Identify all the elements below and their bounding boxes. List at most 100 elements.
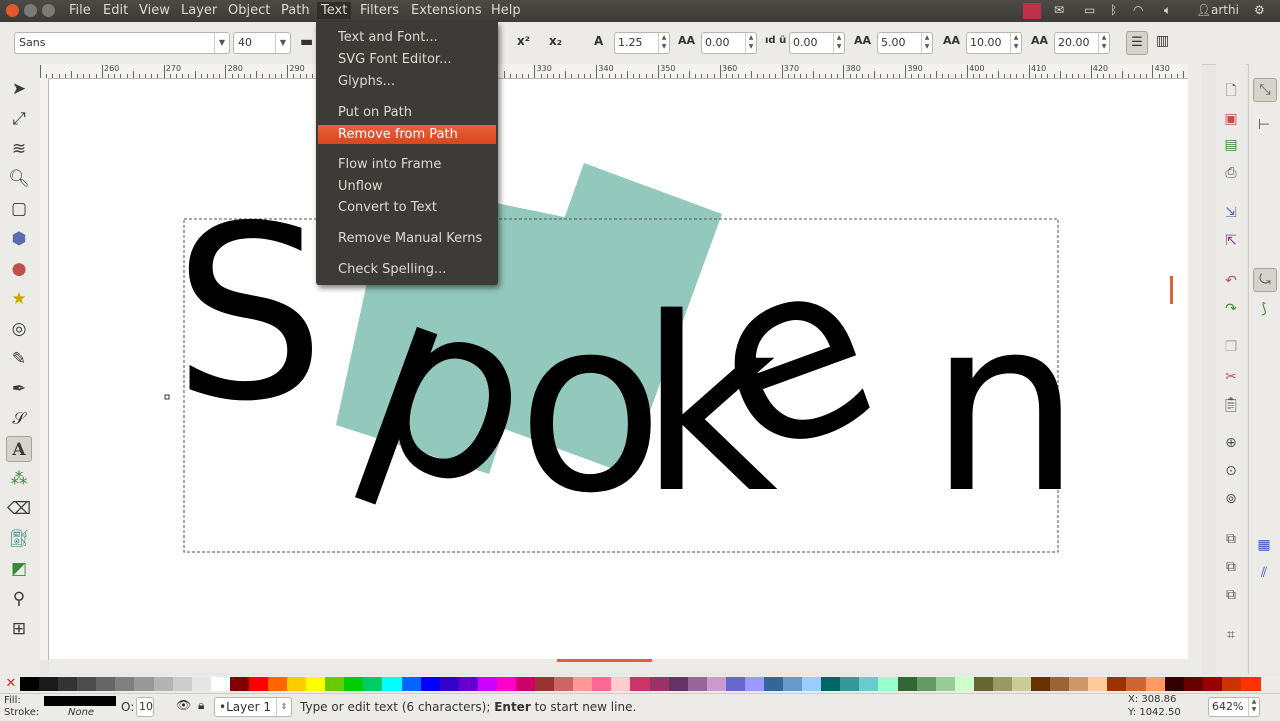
stroke-value[interactable]: None xyxy=(68,707,94,718)
color-swatch[interactable] xyxy=(153,677,174,691)
clone-icon[interactable]: ⧉ xyxy=(1220,556,1242,578)
menu-item-remove-from-path[interactable]: Remove from Path xyxy=(318,125,496,144)
color-swatch[interactable] xyxy=(20,677,40,691)
eye-icon[interactable]: 👁︎ xyxy=(176,698,191,712)
color-swatch[interactable] xyxy=(115,677,136,691)
volume-icon[interactable]: 🔈︎ xyxy=(1164,3,1171,18)
calligraphy-tool-icon[interactable]: 𝒮 xyxy=(6,406,32,432)
color-swatch[interactable] xyxy=(287,677,308,691)
color-swatch[interactable] xyxy=(668,677,689,691)
spin-arrows-icon[interactable]: ▲ ▼ xyxy=(1098,33,1109,53)
color-swatch[interactable] xyxy=(935,677,956,691)
color-swatch[interactable] xyxy=(1050,677,1071,691)
color-swatch[interactable] xyxy=(1012,677,1032,691)
menu-item-convert-to-text[interactable]: Convert to Text xyxy=(338,200,437,215)
color-swatch[interactable] xyxy=(802,677,823,691)
color-swatch[interactable] xyxy=(1126,677,1147,691)
letter-spacing-input[interactable]: 0.00 ▲ ▼ xyxy=(701,32,757,54)
export-icon[interactable]: ⇱ xyxy=(1220,230,1242,252)
undo-icon[interactable]: ↶ xyxy=(1220,270,1242,292)
color-swatch[interactable] xyxy=(191,677,212,691)
color-swatch[interactable] xyxy=(973,677,994,691)
paste-icon[interactable]: 📋︎ xyxy=(1220,394,1242,416)
fill-swatch[interactable] xyxy=(44,696,116,706)
color-swatch[interactable] xyxy=(554,677,575,691)
color-swatch[interactable] xyxy=(916,677,937,691)
menu-text[interactable]: Text xyxy=(317,2,352,19)
color-swatch[interactable] xyxy=(1069,677,1090,691)
menu-item-flow-into-frame[interactable]: Flow into Frame xyxy=(338,157,441,172)
zoom-drawing-icon[interactable]: ⊙ xyxy=(1220,460,1242,482)
color-swatch[interactable] xyxy=(1164,677,1185,691)
color-swatch[interactable] xyxy=(96,677,117,691)
color-swatch[interactable] xyxy=(592,677,613,691)
zoom-page-icon[interactable]: ⊚ xyxy=(1220,488,1242,510)
battery-icon[interactable]: ▭ xyxy=(1084,3,1095,17)
color-swatch[interactable] xyxy=(878,677,899,691)
new-document-icon[interactable]: 🗋︎ xyxy=(1220,80,1242,102)
spin-arrows-icon[interactable]: ▲ ▼ xyxy=(658,33,669,53)
duplicate-icon[interactable]: ⧉ xyxy=(1220,528,1242,550)
color-swatch[interactable] xyxy=(306,677,327,691)
color-swatch[interactable] xyxy=(229,677,250,691)
zoom-input[interactable]: 642% ▲ ▼ xyxy=(1208,697,1260,717)
color-swatch[interactable] xyxy=(1145,677,1166,691)
color-swatch[interactable] xyxy=(1107,677,1128,691)
dropper-tool-icon[interactable]: ⚲ xyxy=(6,586,32,612)
open-icon[interactable]: ▣ xyxy=(1220,108,1242,130)
color-swatch[interactable] xyxy=(516,677,536,691)
color-swatch[interactable] xyxy=(764,677,784,691)
rectangle-tool-icon[interactable]: ▢ xyxy=(6,196,32,222)
menu-filters[interactable]: Filters xyxy=(356,2,403,19)
rotation-input[interactable]: 20.00 ▲ ▼ xyxy=(1054,32,1110,54)
color-swatch[interactable] xyxy=(77,677,98,691)
node-tool-icon[interactable]: ⤢ xyxy=(6,106,32,132)
color-swatch[interactable] xyxy=(783,677,804,691)
menu-item-put-on-path[interactable]: Put on Path xyxy=(338,105,412,120)
chevron-down-icon[interactable]: ▼ xyxy=(214,33,229,53)
color-swatch[interactable] xyxy=(840,677,861,691)
spin-arrows-icon[interactable]: ▲ ▼ xyxy=(921,33,932,53)
pen-tool-icon[interactable]: ✒ xyxy=(6,376,32,402)
menu-item-remove-manual-kerns[interactable]: Remove Manual Kerns xyxy=(338,231,482,246)
ellipse-tool-icon[interactable]: ● xyxy=(6,256,32,282)
color-swatch[interactable] xyxy=(382,677,403,691)
color-swatch[interactable] xyxy=(859,677,880,691)
user-icon[interactable]: 👤︎ xyxy=(1196,3,1211,17)
menu-path[interactable]: Path xyxy=(277,2,314,19)
snap-toggle-icon[interactable]: ⤡ xyxy=(1253,78,1277,102)
color-swatch[interactable] xyxy=(706,677,727,691)
spin-arrows-icon[interactable]: ▲ ▼ xyxy=(1010,33,1021,53)
minimize-window-icon[interactable] xyxy=(24,4,37,17)
snap-nodes-icon[interactable]: ⤿ xyxy=(1253,268,1277,292)
chevron-down-icon[interactable]: ▼ xyxy=(275,33,290,53)
spin-arrows-icon[interactable]: ▲ ▼ xyxy=(745,33,756,53)
chevron-updown-icon[interactable]: ⇕ xyxy=(276,698,291,716)
menu-view[interactable]: View xyxy=(135,2,174,19)
vertical-scrollbar[interactable] xyxy=(1170,64,1202,674)
color-swatch[interactable] xyxy=(1202,677,1223,691)
close-window-icon[interactable] xyxy=(6,4,19,17)
color-swatch[interactable] xyxy=(725,677,746,691)
color-swatch[interactable] xyxy=(39,677,60,691)
drawing-canvas[interactable]: S p o k e n xyxy=(49,79,1188,659)
horizontal-text-icon[interactable]: ☰ xyxy=(1126,31,1148,55)
snap-bbox-icon[interactable]: ⊢ xyxy=(1253,114,1275,136)
menu-file[interactable]: File xyxy=(65,2,95,19)
spin-arrows-icon[interactable]: ▲ ▼ xyxy=(833,33,844,53)
color-swatch[interactable] xyxy=(535,677,556,691)
menu-item-check-spelling[interactable]: Check Spelling... xyxy=(338,262,446,277)
color-swatch[interactable] xyxy=(1221,677,1242,691)
cut-icon[interactable]: ✂ xyxy=(1220,366,1242,388)
snap-guide-icon[interactable]: ⫽ xyxy=(1253,562,1275,584)
eraser-tool-icon[interactable]: ⌫ xyxy=(6,496,32,522)
color-swatch[interactable] xyxy=(134,677,155,691)
tweak-tool-icon[interactable]: ≋ xyxy=(6,136,32,162)
menu-item-unflow[interactable]: Unflow xyxy=(338,179,383,194)
color-swatch[interactable] xyxy=(58,677,79,691)
spiral-tool-icon[interactable]: ◎ xyxy=(6,316,32,342)
color-swatch[interactable] xyxy=(401,677,422,691)
color-swatch[interactable] xyxy=(420,677,441,691)
subscript-button[interactable]: x₂ xyxy=(549,34,562,48)
color-swatch[interactable] xyxy=(897,677,918,691)
